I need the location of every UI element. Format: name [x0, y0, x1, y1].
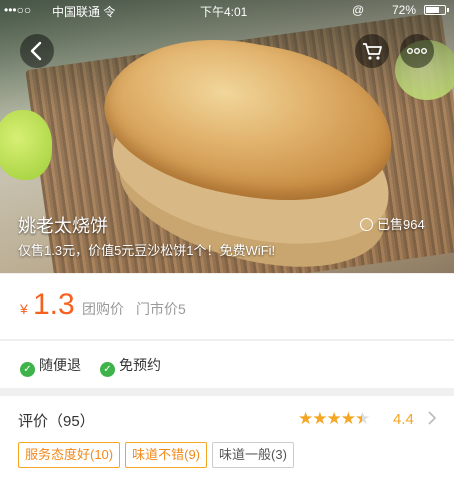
rating-score: 4.4 [393, 411, 414, 428]
star-icon: ★ [298, 409, 313, 428]
guarantee-label: 免预约 [119, 357, 161, 373]
guarantee-no-reservation: ✓ 免预约 [100, 355, 161, 377]
status-time: 下午4:01 [200, 5, 248, 19]
star-rating: ★★★★★ [298, 409, 370, 429]
store-price: 门市价5 [136, 301, 186, 317]
group-price-label: 团购价 [82, 301, 124, 317]
ellipsis-icon [406, 47, 428, 54]
deal-subtitle: 仅售1.3元，价值5元豆沙松饼1个！免费WiFi! [18, 243, 276, 258]
carrier-name: 中国联通 令 [52, 5, 116, 19]
review-tags: 服务态度好(10) 味道不错(9) 味道一般(3) [18, 442, 299, 468]
price-section: ¥ 1.3 团购价 门市价5 [0, 274, 454, 339]
battery-icon [424, 5, 449, 15]
battery-fill [426, 7, 439, 13]
star-half-icon: ★ [355, 409, 370, 428]
review-tag[interactable]: 服务态度好(10) [18, 442, 121, 468]
currency-symbol: ¥ [20, 301, 28, 317]
review-section[interactable]: 评价（95） ★★★★★ 4.4 服务态度好(10) 味道不错(9) 味道一般(3) [0, 396, 454, 492]
chevron-right-icon[interactable] [426, 409, 438, 432]
check-icon: ✓ [20, 362, 35, 377]
star-icon: ★ [326, 409, 342, 428]
signal-icon: •••○○ [4, 3, 32, 17]
sold-text: 已售964 [377, 217, 425, 232]
back-button[interactable] [20, 34, 54, 68]
review-title: 评价（95） [18, 413, 95, 430]
sold-count: 已售964 [360, 214, 425, 233]
guarantee-section: ✓ 随便退 ✓ 免预约 [0, 340, 454, 388]
deal-price: 1.3 [33, 288, 75, 321]
leaf-decoration [0, 110, 52, 180]
guarantee-refund: ✓ 随便退 [20, 355, 81, 377]
user-icon [360, 218, 373, 231]
deal-title: 姚老太烧饼 [18, 216, 108, 236]
star-icon: ★ [312, 409, 327, 428]
star-icon: ★ [340, 409, 356, 428]
alarm-icon: @ [352, 3, 365, 17]
cart-button[interactable] [355, 34, 389, 68]
shopping-cart-icon [363, 43, 382, 60]
chevron-left-icon [30, 41, 42, 61]
review-tag[interactable]: 味道一般(3) [212, 442, 294, 468]
guarantee-label: 随便退 [39, 357, 81, 373]
more-button[interactable] [400, 34, 434, 68]
status-bar: •••○○ 中国联通 令 下午4:01 @ 72% [0, 0, 454, 20]
battery-percent: 72% [392, 3, 417, 17]
review-tag[interactable]: 味道不错(9) [125, 442, 208, 468]
check-icon: ✓ [100, 362, 115, 377]
